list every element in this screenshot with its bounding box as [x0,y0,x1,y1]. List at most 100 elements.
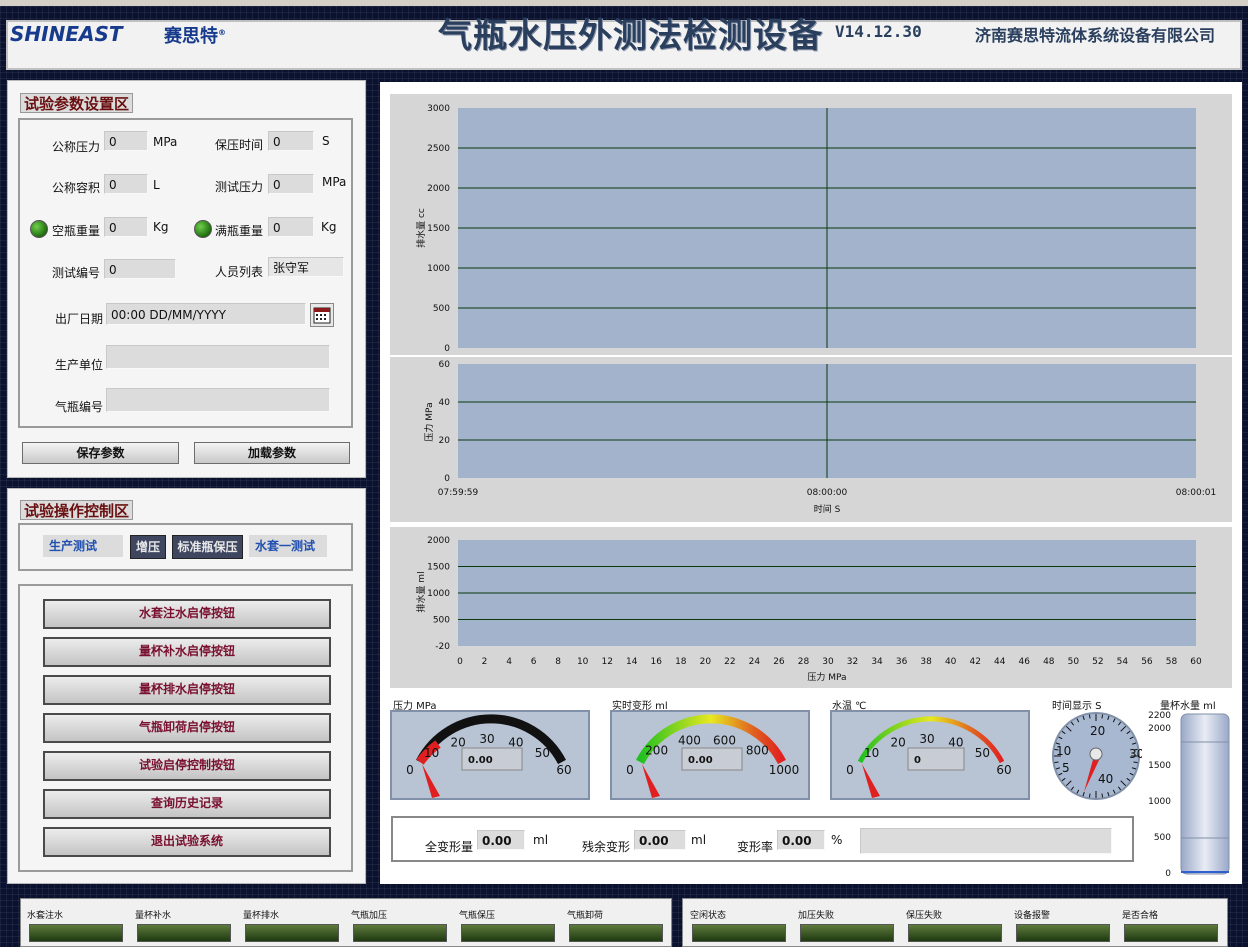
gauge-tick: 600 [713,733,736,747]
chart1-ytick: 0 [444,344,450,354]
chart2-xtick: 08:00:00 [807,488,848,498]
hold-time-input[interactable]: 0 [268,131,314,151]
chart1-ytick: 500 [433,304,450,314]
gauge-tick: 50 [975,746,990,760]
chart3-xtick: 50 [1068,657,1080,667]
deform-rate-unit: % [831,833,843,847]
staff-select[interactable]: 张守军 [268,257,344,277]
gauge-tick: 10 [864,746,879,760]
chart1-ytick: 3000 [427,104,450,114]
svg-text:40: 40 [1098,772,1113,786]
deform-gauge-value: 0.00 [688,755,713,766]
exit-button[interactable]: 退出试验系统 [43,827,331,857]
chart3-xtick: 58 [1166,657,1178,667]
mfg-date-input[interactable]: 00:00 DD/MM/YYYY [106,303,306,325]
status-left-indicator [29,924,123,942]
status-left-label: 气瓶卸荷 [567,911,604,921]
cylinder-no-input[interactable] [106,388,330,412]
maker-input[interactable] [106,345,330,369]
test-no-label: 测试编号 [52,266,101,280]
mfg-date-label: 出厂日期 [55,312,104,326]
test-start-stop-button[interactable]: 试验启停控制按钮 [43,751,331,781]
chart3-ylabel: 排水量 ml [415,571,427,612]
chart3-xtick: 60 [1190,657,1202,667]
test-pressure-label: 测试压力 [215,180,264,194]
total-deform-value: 0.00 [477,830,525,850]
residual-deform-unit: ml [691,833,707,847]
cup-drain-button[interactable]: 量杯排水启停按钮 [43,675,331,705]
staff-label: 人员列表 [215,265,264,279]
status-right-label: 设备报警 [1014,911,1051,921]
mode-jacket[interactable]: 水套一测试 [249,535,327,557]
load-params-button[interactable]: 加载参数 [194,442,350,464]
chart3-ytick: -20 [435,642,450,652]
deform-rate-value: 0.00 [777,830,825,850]
history-button[interactable]: 查询历史记录 [43,789,331,819]
nominal-volume-input[interactable]: 0 [104,174,148,194]
gauge-tick: 1000 [769,763,800,777]
gauge-tick: 10 [424,746,439,760]
boost-button[interactable]: 增压 [130,535,166,559]
chart1-ylabel: 排水量 cc [415,208,427,248]
chart3-ytick: 1000 [427,589,450,599]
chart3-xtick: 44 [994,657,1006,667]
cylinder-unload-button[interactable]: 气瓶卸荷启停按钮 [43,713,331,743]
svg-text:5: 5 [1062,761,1070,775]
status-right-label: 是否合格 [1122,911,1159,921]
status-left-indicator [353,924,447,942]
residual-deform-label: 残余变形 [582,840,631,854]
chart2-ylabel: 压力 MPa [423,402,435,441]
chart3-xtick: 56 [1141,657,1153,667]
params-section-title: 试验参数设置区 [20,93,134,113]
gauge-tick: 50 [535,746,550,760]
pressure-gauge: 01020 30 405060 0.00 [390,710,590,800]
total-deform-label: 全变形量 [425,840,474,854]
status-left-label: 水套注水 [27,911,64,921]
chart1-ytick: 2500 [427,144,450,154]
empty-weight-led[interactable] [30,220,48,238]
status-left-label: 气瓶保压 [459,911,496,921]
test-pressure-input[interactable]: 0 [268,174,314,194]
nominal-volume-label: 公称容积 [52,181,101,195]
residual-deform-value: 0.00 [634,830,686,850]
chart3-xtick: 52 [1092,657,1103,667]
empty-weight-unit: Kg [153,220,169,234]
deform-rate-label: 变形率 [737,840,774,854]
jacket-fill-button[interactable]: 水套注水启停按钮 [43,599,331,629]
gauge-tick: 30 [919,732,934,746]
std-hold-button[interactable]: 标准瓶保压 [172,535,243,559]
hold-time-unit: S [322,134,330,148]
cup-tank: 2200 2000 1500 1000 500 0 [1148,711,1230,879]
svg-text:20: 20 [1090,724,1105,738]
chart3-xtick: 4 [506,657,512,667]
gauge-tick: 200 [645,744,668,758]
gauge-tick: 0 [846,763,854,777]
temp-gauge-value: 0 [914,755,921,766]
company-name: 济南赛思特流体系统设备有限公司 [975,26,1216,45]
chart3-xtick: 26 [773,657,785,667]
calendar-icon[interactable] [310,303,334,327]
chart3-xtick: 8 [555,657,561,667]
chart3-ytick: 1500 [427,563,450,573]
mode-production[interactable]: 生产测试 [43,535,123,557]
page-title: 气瓶水压外测法检测设备 [438,16,823,56]
temp-gauge: 01020 30 405060 0 [830,710,1030,800]
full-weight-led[interactable] [194,220,212,238]
chart3-xtick: 10 [577,657,589,667]
test-pressure-unit: MPa [322,175,347,189]
logo-text: SHINEAST [10,22,123,46]
full-weight-label: 满瓶重量 [215,224,264,238]
svg-text:30: 30 [1129,747,1142,761]
chart2-ytick: 60 [439,360,451,370]
status-left-indicator [245,924,339,942]
chart2-ytick: 20 [439,436,451,446]
nominal-pressure-input[interactable]: 0 [104,131,148,151]
chart3-xtick: 2 [482,657,488,667]
empty-weight-input[interactable]: 0 [104,217,148,237]
ops-section-title: 试验操作控制区 [20,500,134,520]
cup-refill-button[interactable]: 量杯补水启停按钮 [43,637,331,667]
full-weight-input[interactable]: 0 [268,217,314,237]
test-no-input[interactable]: 0 [104,259,176,279]
save-params-button[interactable]: 保存参数 [22,442,179,464]
status-right-label: 空闲状态 [690,911,727,921]
